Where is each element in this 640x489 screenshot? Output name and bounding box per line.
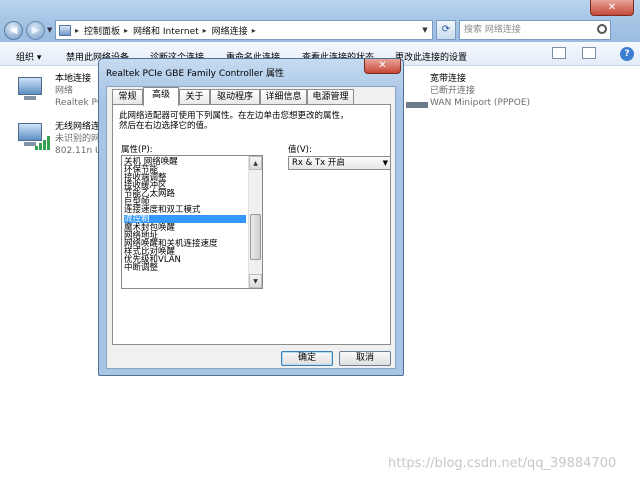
ok-button[interactable]: 确定 — [281, 351, 333, 366]
advanced-tab-panel: 此网络适配器可使用下列属性。在左边单击您想更改的属性， 然后在右边选择它的值。 … — [112, 104, 391, 345]
refresh-button[interactable]: ⟳ — [436, 20, 456, 40]
chevron-right-icon[interactable]: ▸ — [124, 26, 128, 35]
address-bar[interactable]: ▸ 控制面板 ▸ 网络和 Internet ▸ 网络连接 ▸ ▼ — [55, 20, 433, 40]
tab-power-management[interactable]: 电源管理 — [307, 89, 354, 105]
window-titlebar: ◀ ▶ ▼ ▸ 控制面板 ▸ 网络和 Internet ▸ 网络连接 ▸ ▼ ⟳… — [0, 0, 640, 42]
scroll-down-icon[interactable]: ▼ — [249, 274, 262, 288]
connection-name: 无线网络连 — [55, 122, 101, 132]
connection-wireless[interactable]: 无线网络连 未识别的网 802.11n U — [55, 121, 102, 157]
dialog-title: Realtek PCIe GBE Family Controller 属性 — [106, 69, 284, 79]
connection-status: 网络 — [55, 86, 74, 96]
connection-name: 本地连接 — [55, 74, 92, 84]
scrollbar-thumb[interactable] — [250, 214, 261, 260]
value-label: 值(V): — [288, 145, 312, 155]
chevron-down-icon[interactable]: ▼ — [383, 157, 388, 169]
change-settings-button[interactable]: 更改此连接的设置 — [395, 50, 467, 63]
wired-network-icon — [16, 75, 46, 105]
organize-menu[interactable]: 组织 ▾ — [16, 50, 41, 63]
tab-details[interactable]: 详细信息 — [260, 89, 307, 105]
advanced-description: 此网络适配器可使用下列属性。在左边单击您想更改的属性， 然后在右边选择它的值。 — [119, 111, 349, 131]
property-item[interactable]: 中断调整 — [124, 264, 246, 273]
connection-broadband[interactable]: 宽带连接 已断开连接 WAN Miniport (PPPOE) — [430, 73, 530, 109]
property-list[interactable]: 关机 网络唤醒 环保节能 接收端调整 接收缓冲区 节能乙太网路 巨型帧 连接速度… — [121, 155, 263, 289]
watermark: https://blog.csdn.net/qq_39884700 — [388, 456, 617, 471]
connection-device: WAN Miniport (PPPOE) — [430, 98, 531, 108]
property-label: 属性(P): — [121, 145, 153, 155]
connection-status: 已断开连接 — [430, 86, 476, 96]
property-list-scrollbar[interactable]: ▲ ▼ — [248, 156, 262, 288]
help-icon[interactable]: ? — [620, 47, 634, 61]
connection-status: 未识别的网 — [55, 134, 101, 144]
recent-pages-dropdown-icon[interactable]: ▼ — [47, 26, 52, 34]
search-icon[interactable] — [597, 24, 607, 34]
scroll-up-icon[interactable]: ▲ — [249, 156, 262, 170]
chevron-right-icon[interactable]: ▸ — [203, 26, 207, 35]
cancel-button[interactable]: 取消 — [339, 351, 391, 366]
forward-button[interactable]: ▶ — [26, 21, 45, 40]
tab-general[interactable]: 常规 — [112, 89, 143, 105]
connection-device: Realtek PC — [55, 98, 104, 108]
view-options-icon[interactable] — [552, 47, 566, 59]
search-placeholder: 搜索 网络连接 — [464, 25, 521, 35]
tab-advanced[interactable]: 高级 — [143, 87, 179, 106]
dialog-close-button[interactable]: ✕ — [364, 59, 401, 74]
property-item[interactable]: 连接速度和双工模式 — [124, 206, 246, 215]
address-dropdown-icon[interactable]: ▼ — [418, 21, 432, 39]
tab-about[interactable]: 关于 — [179, 89, 210, 105]
chevron-right-icon[interactable]: ▸ — [252, 26, 256, 35]
breadcrumb-network-connections[interactable]: 网络连接 — [212, 24, 248, 37]
value-selected-text: Rx & Tx 开启 — [292, 158, 345, 168]
connection-name: 宽带连接 — [430, 74, 467, 84]
control-panel-icon — [59, 24, 71, 36]
dialog-body: 常规 高级 关于 驱动程序 详细信息 电源管理 此网络适配器可使用下列属性。在左… — [106, 86, 396, 369]
connection-local[interactable]: 本地连接 网络 Realtek PC — [55, 73, 103, 109]
search-input[interactable]: 搜索 网络连接 — [459, 20, 611, 40]
chevron-right-icon[interactable]: ▸ — [75, 26, 79, 35]
back-button[interactable]: ◀ — [4, 21, 23, 40]
breadcrumb-network-internet[interactable]: 网络和 Internet — [133, 24, 199, 37]
value-dropdown[interactable]: Rx & Tx 开启 ▼ — [288, 156, 391, 170]
breadcrumb-control-panel[interactable]: 控制面板 — [84, 24, 120, 37]
property-item-selected[interactable]: 流控制 — [124, 215, 246, 223]
tab-driver[interactable]: 驱动程序 — [210, 89, 260, 105]
window-close-button[interactable]: ✕ — [590, 0, 634, 16]
preview-pane-icon[interactable] — [582, 47, 596, 59]
properties-dialog: Realtek PCIe GBE Family Controller 属性 ✕ … — [98, 58, 404, 376]
connection-device: 802.11n U — [55, 146, 102, 156]
signal-strength-icon — [35, 136, 50, 150]
